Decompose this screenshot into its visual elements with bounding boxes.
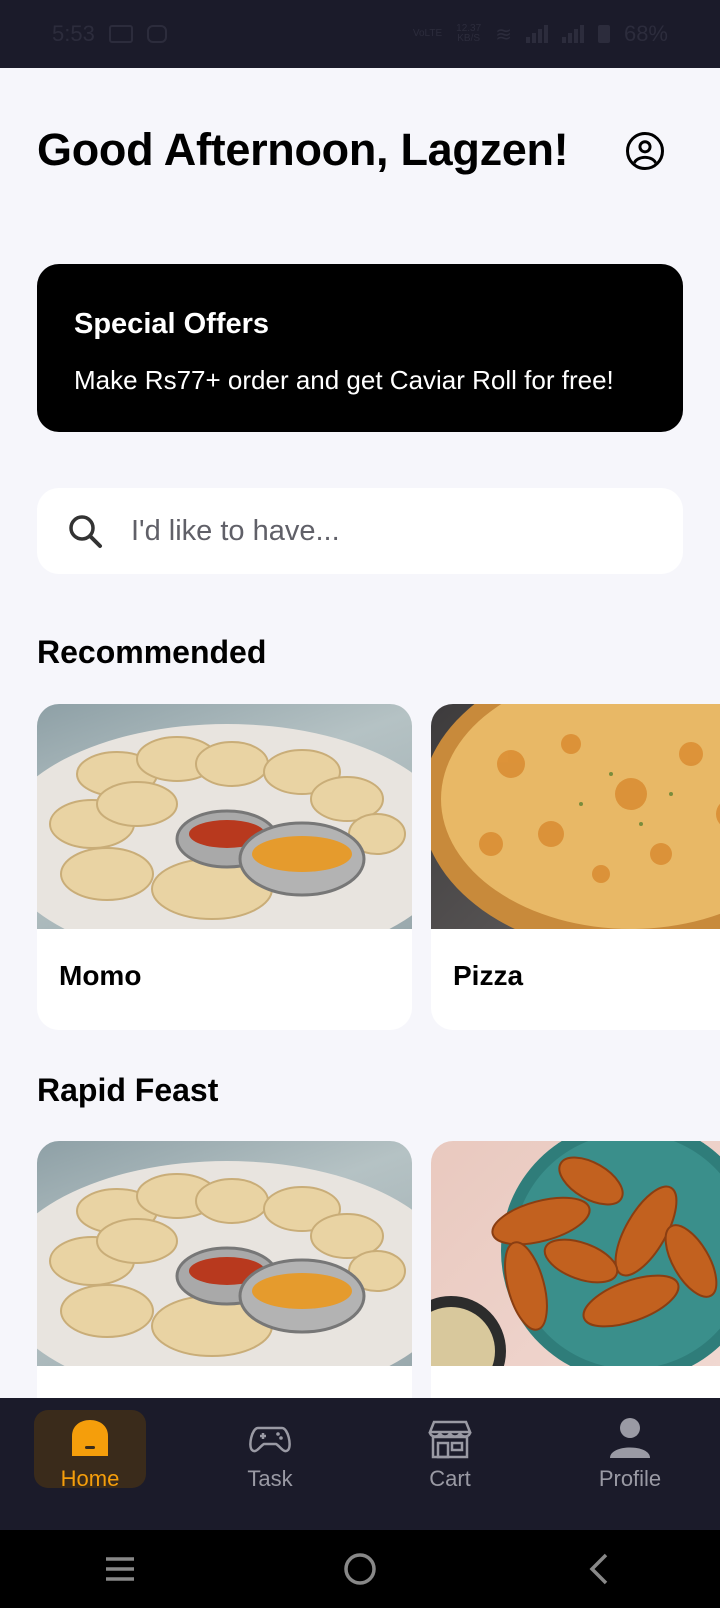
food-card-pizza[interactable]: Pizza (431, 704, 720, 1030)
menu-icon[interactable] (98, 1547, 142, 1591)
search-bar[interactable] (37, 488, 683, 574)
nav-label: Task (247, 1466, 293, 1491)
nav-home[interactable]: Home (0, 1398, 180, 1530)
signal-icon (525, 25, 548, 43)
battery-level: 68% (623, 21, 668, 46)
instagram-icon (146, 25, 167, 43)
system-nav-bar (0, 1530, 720, 1608)
nav-label: Home (60, 1466, 120, 1491)
person-icon (610, 1418, 650, 1458)
offers-title: Special Offers (74, 308, 270, 340)
search-input[interactable] (131, 514, 611, 548)
home-icon (72, 1420, 108, 1456)
signal-icon-2 (561, 25, 584, 43)
pizza-image (431, 704, 720, 929)
food-card-momo[interactable]: Momo (37, 704, 412, 1030)
back-icon[interactable] (578, 1547, 622, 1591)
gamepad-icon (249, 1426, 291, 1453)
net-speed: 12.37 KB/S (456, 24, 481, 44)
food-card-label: Pizza (453, 960, 524, 991)
store-icon (428, 1420, 472, 1459)
status-bar: 5:53 VoLTE 12.37 KB/S ≋ 68% (0, 0, 720, 68)
nav-profile[interactable]: Profile (540, 1398, 720, 1530)
battery-icon (597, 25, 610, 43)
food-card-momo-2[interactable] (37, 1141, 412, 1401)
special-offers-card[interactable]: Special Offers Make Rs77+ order and get … (37, 264, 683, 432)
recommended-row[interactable]: Momo Pizza (37, 704, 720, 1034)
status-left: 5:53 (52, 21, 167, 47)
notification-icon (108, 25, 133, 43)
volte-icon: VoLTE (412, 28, 443, 39)
recommended-title: Recommended (37, 634, 267, 670)
nav-cart[interactable]: Cart (360, 1398, 540, 1530)
nav-label: Cart (429, 1466, 471, 1491)
nav-task[interactable]: Task (180, 1398, 360, 1530)
rapid-feast-title: Rapid Feast (37, 1072, 219, 1108)
food-card-label: Momo (59, 960, 142, 991)
status-right: VoLTE 12.37 KB/S ≋ 68% (413, 21, 668, 47)
status-time: 5:53 (52, 21, 95, 46)
greeting-title: Good Afternoon, Lagzen! (37, 124, 569, 175)
offers-text: Make Rs77+ order and get Caviar Roll for… (74, 365, 614, 395)
momo-image (37, 704, 412, 929)
momo-image (37, 1141, 412, 1366)
search-icon (69, 515, 102, 548)
rapid-feast-row[interactable] (37, 1141, 720, 1401)
home-circle-icon[interactable] (338, 1547, 382, 1591)
nav-label: Profile (598, 1466, 662, 1491)
user-circle-icon[interactable] (626, 132, 664, 170)
fried-chicken-image (431, 1141, 720, 1366)
food-card-chicken[interactable] (431, 1141, 720, 1401)
wifi-icon: ≋ (495, 23, 512, 46)
bottom-nav: Home Task Cart Profile (0, 1398, 720, 1530)
net-speed-unit: KB/S (457, 33, 481, 44)
